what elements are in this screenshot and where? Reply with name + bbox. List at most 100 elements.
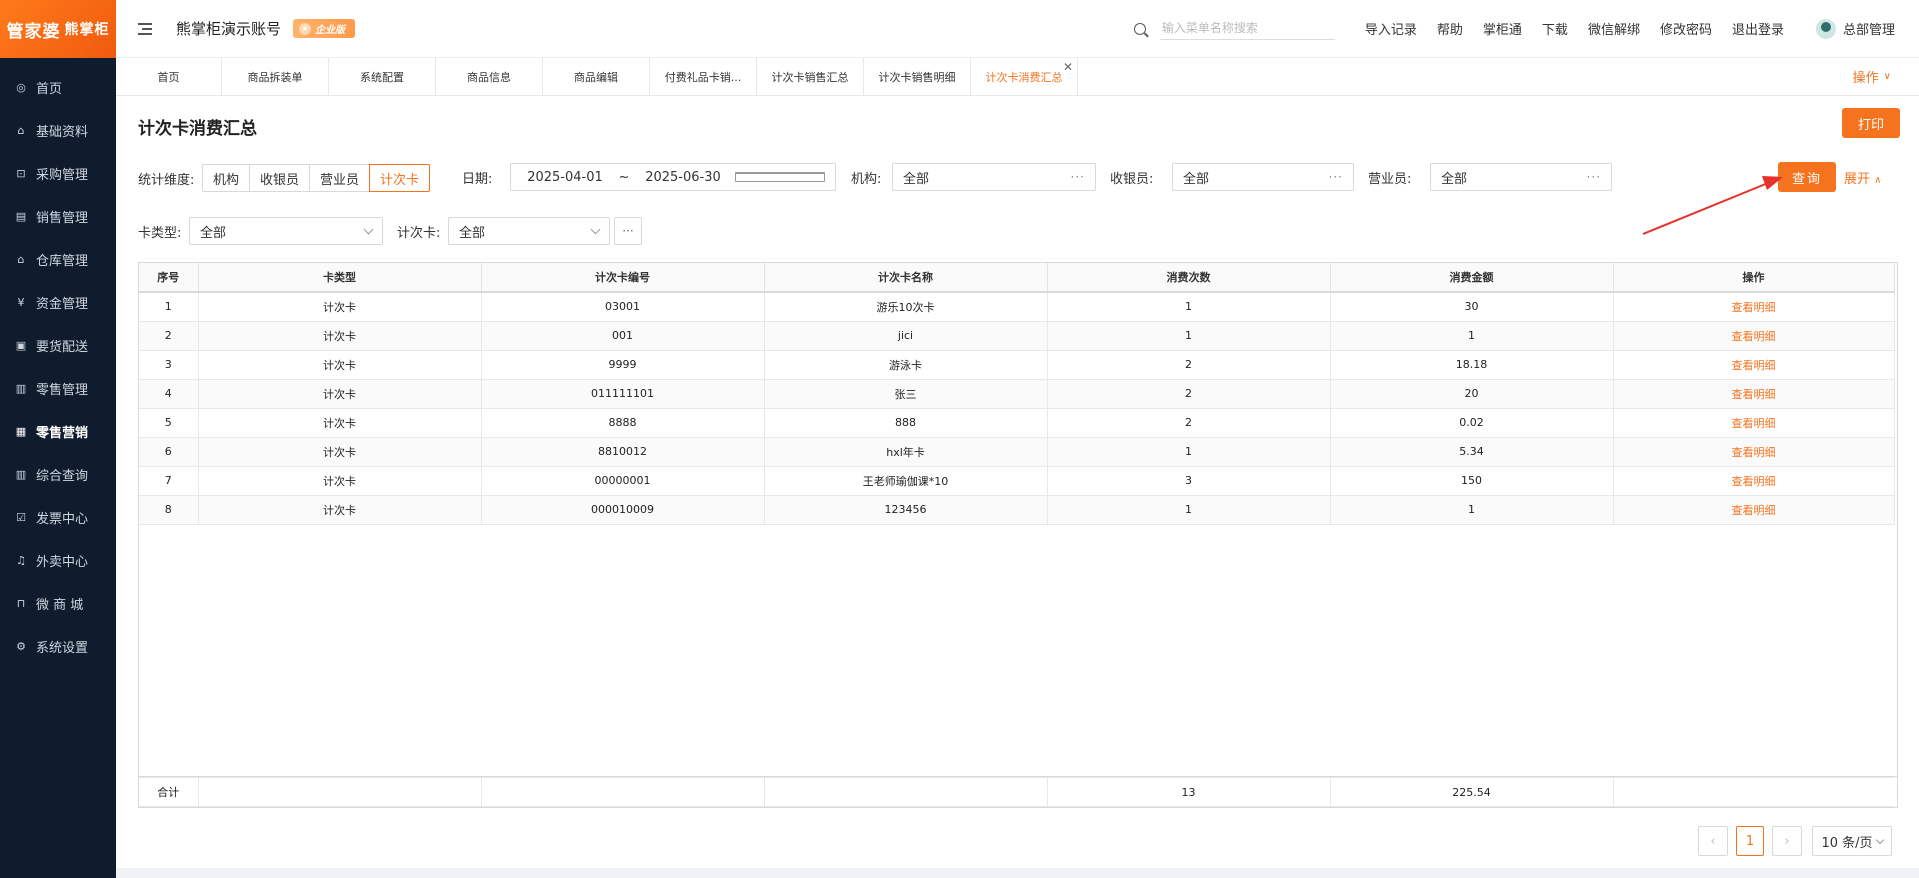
- next-page-button[interactable]: ›: [1772, 826, 1802, 856]
- sidebar-item-label: 资金管理: [36, 297, 89, 312]
- tab-count-card-consumption-summary[interactable]: 计次卡消费汇总 ✕: [971, 58, 1078, 96]
- view-detail-link[interactable]: 查看明细: [1612, 465, 1895, 496]
- row-card-no: 001: [480, 320, 765, 351]
- import-records-link[interactable]: 导入记录: [1365, 19, 1417, 38]
- tab-product-assembly[interactable]: 商品拆装单: [222, 58, 329, 96]
- tab-product-edit[interactable]: 商品编辑: [543, 58, 650, 96]
- table-row: 4 计次卡 011111101 张三 2 20 查看明细: [139, 378, 1895, 409]
- table-row: 2 计次卡 001 jici 1 1 查看明细: [139, 320, 1895, 351]
- view-detail-link[interactable]: 查看明细: [1612, 349, 1895, 380]
- salesperson-select[interactable]: 全部 ···: [1430, 163, 1612, 191]
- logout-link[interactable]: 退出登录: [1732, 19, 1784, 38]
- salesperson-label: 营业员:: [1368, 172, 1412, 187]
- card-type-label: 卡类型:: [138, 226, 182, 241]
- count-card-value: 全部: [459, 225, 486, 241]
- top-header: 熊掌柜演示账号 ★ 企业版 导入记录 帮助 掌柜通 下载 微信解绑 修改密码 退…: [116, 0, 1919, 58]
- card-type-select[interactable]: 全部: [189, 217, 383, 245]
- row-usage-count: 2: [1046, 349, 1331, 380]
- sidebar-item-sales[interactable]: ▤ 销售管理: [0, 195, 116, 238]
- row-card-type: 计次卡: [197, 436, 482, 467]
- menu-search-input[interactable]: [1159, 17, 1335, 40]
- delivery-icon: ▣: [15, 339, 27, 352]
- column-header-card-no[interactable]: 计次卡编号: [480, 263, 765, 293]
- prev-page-button[interactable]: ‹: [1698, 826, 1728, 856]
- tab-system-config[interactable]: 系统配置: [329, 58, 436, 96]
- view-detail-link[interactable]: 查看明细: [1612, 378, 1895, 409]
- sidebar-item-purchase[interactable]: ⊡ 采购管理: [0, 152, 116, 195]
- data-table: 序号 卡类型 计次卡编号 计次卡名称 消费次数 消费金额 操作 1 计次卡 0300…: [138, 262, 1898, 808]
- view-detail-link[interactable]: 查看明细: [1612, 291, 1895, 322]
- sidebar-item-label: 发票中心: [36, 512, 89, 527]
- dimension-option-cashier[interactable]: 收银员: [249, 164, 311, 192]
- sidebar-item-label: 综合查询: [36, 469, 89, 484]
- operations-dropdown[interactable]: 操作 ∨: [1853, 58, 1891, 95]
- chevron-down-icon: ∨: [1883, 71, 1891, 82]
- total-amount: 225.54: [1329, 777, 1614, 807]
- tab-gift-card-sales[interactable]: 付费礼品卡销...: [650, 58, 757, 96]
- sidebar-item-query[interactable]: ▥ 综合查询: [0, 453, 116, 496]
- menu-toggle-icon[interactable]: [138, 22, 152, 35]
- sidebar-item-label: 零售管理: [36, 383, 89, 398]
- column-header-usage-count[interactable]: 消费次数: [1046, 263, 1331, 293]
- table-row: 3 计次卡 9999 游泳卡 2 18.18 查看明细: [139, 349, 1895, 380]
- dimension-option-salesperson[interactable]: 营业员: [309, 164, 371, 192]
- salesperson-value: 全部: [1441, 171, 1468, 187]
- expand-toggle[interactable]: 展开 ∧: [1844, 168, 1881, 187]
- sidebar-item-basic-data[interactable]: ⌂ 基础资料: [0, 109, 116, 152]
- more-icon: ···: [1328, 170, 1343, 184]
- print-button[interactable]: 打印: [1842, 108, 1900, 138]
- sidebar-item-invoice[interactable]: ☑ 发票中心: [0, 496, 116, 539]
- user-menu[interactable]: 总部管理: [1815, 18, 1895, 39]
- view-detail-link[interactable]: 查看明细: [1612, 407, 1895, 438]
- sidebar-item-settings[interactable]: ⚙ 系统设置: [0, 625, 116, 668]
- wechat-unbind-link[interactable]: 微信解绑: [1588, 19, 1640, 38]
- dimension-option-count-card[interactable]: 计次卡: [369, 164, 431, 192]
- chart-icon: ▥: [15, 382, 27, 395]
- brand-logo[interactable]: 管家婆 熊掌柜: [0, 0, 116, 58]
- date-from: 2025-04-01: [527, 169, 603, 185]
- dimension-option-org[interactable]: 机构: [202, 164, 251, 192]
- sidebar-item-mall[interactable]: ⊓ 微 商 城: [0, 582, 116, 625]
- row-card-name: 张三: [763, 378, 1048, 409]
- column-header-index[interactable]: 序号: [139, 263, 199, 293]
- sidebar-item-takeout[interactable]: ♫ 外卖中心: [0, 539, 116, 582]
- close-icon[interactable]: ✕: [1063, 60, 1073, 74]
- column-header-amount[interactable]: 消费金额: [1329, 263, 1614, 293]
- page-number-current[interactable]: 1: [1736, 826, 1764, 856]
- tab-product-info[interactable]: 商品信息: [436, 58, 543, 96]
- tab-count-card-sales-detail[interactable]: 计次卡销售明细: [864, 58, 971, 96]
- sidebar-item-retail-marketing[interactable]: ▦ 零售营销: [0, 410, 116, 453]
- count-card-select[interactable]: 全部: [448, 217, 610, 245]
- page-size-select[interactable]: 10 条/页: [1812, 826, 1892, 856]
- house-icon: ⌂: [17, 124, 25, 137]
- org-select[interactable]: 全部 ···: [892, 163, 1096, 191]
- view-detail-link[interactable]: 查看明细: [1612, 320, 1895, 351]
- sidebar-item-funds[interactable]: ¥ 资金管理: [0, 281, 116, 324]
- main-content: 计次卡消费汇总 打印 统计维度: 机构 收银员 营业员 计次卡 日期: 2025…: [116, 96, 1919, 868]
- tab-count-card-sales-summary[interactable]: 计次卡销售汇总: [757, 58, 864, 96]
- row-card-type: 计次卡: [197, 320, 482, 351]
- sidebar: 管家婆 熊掌柜 ◎ 首页 ⌂ 基础资料 ⊡ 采购管理 ▤ 销售管理 ⌂ 仓库管理 ¥ 资金管…: [0, 0, 116, 878]
- date-range-picker[interactable]: 2025-04-01 ~ 2025-06-30: [510, 163, 836, 191]
- sidebar-item-warehouse[interactable]: ⌂ 仓库管理: [0, 238, 116, 281]
- download-link[interactable]: 下载: [1542, 19, 1568, 38]
- sidebar-item-delivery[interactable]: ▣ 要货配送: [0, 324, 116, 367]
- query-button[interactable]: 查询: [1778, 162, 1836, 192]
- row-card-type: 计次卡: [197, 465, 482, 496]
- tab-home[interactable]: 首页: [116, 58, 222, 96]
- sidebar-item-retail[interactable]: ▥ 零售管理: [0, 367, 116, 410]
- sidebar-item-home[interactable]: ◎ 首页: [0, 66, 116, 109]
- sidebar-item-label: 微 商 城: [36, 598, 84, 613]
- view-detail-link[interactable]: 查看明细: [1612, 436, 1895, 467]
- cashier-select[interactable]: 全部 ···: [1172, 163, 1354, 191]
- search-icon[interactable]: [1133, 22, 1146, 35]
- row-card-type: 计次卡: [197, 291, 482, 322]
- help-link[interactable]: 帮助: [1437, 19, 1463, 38]
- column-header-card-type[interactable]: 卡类型: [197, 263, 482, 293]
- page-title: 计次卡消费汇总: [138, 119, 257, 139]
- view-detail-link[interactable]: 查看明细: [1612, 494, 1895, 525]
- zhangguitong-link[interactable]: 掌柜通: [1483, 19, 1522, 38]
- column-header-card-name[interactable]: 计次卡名称: [763, 263, 1048, 293]
- change-password-link[interactable]: 修改密码: [1660, 19, 1712, 38]
- count-card-more-button[interactable]: ···: [614, 217, 642, 245]
